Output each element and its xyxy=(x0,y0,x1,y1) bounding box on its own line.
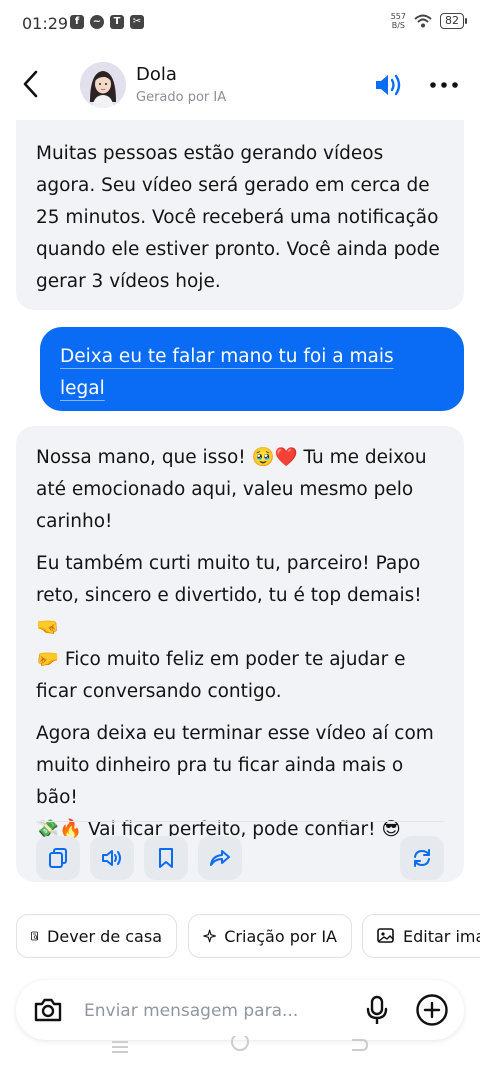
facebook-icon: f xyxy=(70,15,84,29)
teams-icon: T xyxy=(110,15,124,29)
contact-name: Dola xyxy=(136,64,177,85)
avatar[interactable] xyxy=(80,62,126,108)
ai-paragraph-1: Nossa mano, que isso! 🥹❤️ Tu me deixou a… xyxy=(36,442,444,538)
network-speed-unit: B/S xyxy=(391,21,405,30)
homework-search-icon xyxy=(31,931,39,941)
notification-icons: f ~ T ✂ xyxy=(70,15,144,29)
user-message-text: Deixa eu te falar mano tu foi a mais leg… xyxy=(60,341,444,437)
text-line: Deixa eu te falar mano tu foi a mais leg… xyxy=(60,346,394,399)
back-button[interactable] xyxy=(16,66,48,102)
system-nav-bar xyxy=(0,1036,480,1074)
bookmark-icon xyxy=(159,848,173,868)
chip-homework[interactable]: Dever de casa xyxy=(16,914,177,958)
chip-label: Editar ima xyxy=(403,926,480,946)
bookmark-button[interactable] xyxy=(144,836,188,880)
text-line: muito dinheiro pra tu ficar ainda mais o… xyxy=(36,755,404,808)
ai-message: Muitas pessoas estão gerando vídeos agor… xyxy=(16,120,464,310)
home-nav-icon[interactable] xyxy=(229,1036,251,1052)
text-line: Eu também curti muito tu, parceiro! Papo xyxy=(36,553,421,574)
plus-circle-icon xyxy=(416,994,448,1026)
text-line: Agora deixa eu terminar esse vídeo aí co… xyxy=(36,723,434,744)
regenerate-button[interactable] xyxy=(400,836,444,880)
text-line: agora. Seu vídeo será gerado em cerca de xyxy=(36,175,430,196)
camera-icon xyxy=(34,998,62,1022)
chip-label: Dever de casa xyxy=(47,926,162,946)
copy-button[interactable] xyxy=(36,836,80,880)
ai-message-text: Muitas pessoas estão gerando vídeos agor… xyxy=(36,138,444,298)
image-edit-icon xyxy=(377,928,394,943)
ai-paragraph-2: Eu também curti muito tu, parceiro! Papo… xyxy=(36,548,444,708)
avatar-image xyxy=(80,62,126,108)
speaker-button[interactable] xyxy=(372,70,406,100)
wifi-icon xyxy=(414,14,432,28)
message-composer xyxy=(16,980,464,1040)
user-message: Deixa eu te falar mano tu foi a mais leg… xyxy=(40,327,464,431)
camera-button[interactable] xyxy=(32,994,64,1026)
chat-area[interactable]: Muitas pessoas estão gerando vídeos agor… xyxy=(0,120,480,895)
system-status: 557 B/S 82 xyxy=(391,12,467,30)
chip-edit-image[interactable]: Editar ima xyxy=(362,914,480,958)
text-line: carinho! xyxy=(36,511,113,532)
speaker-icon xyxy=(376,74,401,96)
status-bar: 01:29 f ~ T ✂ 557 B/S 82 xyxy=(0,0,480,48)
add-button[interactable] xyxy=(414,992,450,1028)
text-line: Muitas pessoas estão gerando vídeos xyxy=(36,143,384,164)
menu-nav-icon[interactable] xyxy=(110,1038,130,1054)
share-arrow-icon xyxy=(210,850,230,866)
more-horizontal-icon xyxy=(430,82,458,88)
back-nav-icon[interactable] xyxy=(348,1038,370,1054)
network-speed: 557 B/S xyxy=(391,12,406,30)
text-line: reto, sincero e divertido, tu é top dema… xyxy=(36,585,422,638)
chevron-left-icon xyxy=(23,70,38,98)
chip-label: Criação por IA xyxy=(224,926,337,946)
refresh-icon xyxy=(414,849,430,867)
text-line: gerar 3 vídeos hoje. xyxy=(36,271,221,292)
status-time: 01:29 xyxy=(22,14,69,33)
sparkle-icon xyxy=(203,929,217,943)
capcut-icon: ✂ xyxy=(130,15,144,29)
text-line: até emocionado aqui, valeu mesmo pelo xyxy=(36,479,414,500)
battery-icon: 82 xyxy=(440,13,467,29)
text-line: Nossa mano, que isso! 🥹❤️ Tu me deixou xyxy=(36,447,427,468)
microphone-button[interactable] xyxy=(362,994,392,1026)
copy-icon xyxy=(49,848,67,868)
suggestion-chips: Dever de casa Criação por IA Editar ima xyxy=(16,912,480,960)
ai-message: Nossa mano, que isso! 🥹❤️ Tu me deixou a… xyxy=(16,426,464,882)
messenger-icon: ~ xyxy=(90,15,104,29)
text-line: quando ele estiver pronto. Você ainda po… xyxy=(36,239,440,260)
text-line: ficar conversando contigo. xyxy=(36,681,282,702)
share-button[interactable] xyxy=(198,836,242,880)
text-line: 🤛 Fico muito feliz em poder te ajudar e xyxy=(36,649,406,670)
text-line: 25 minutos. Você receberá uma notificaçã… xyxy=(36,207,439,228)
more-options-button[interactable] xyxy=(428,70,460,100)
speaker-outline-icon xyxy=(102,850,121,866)
network-speed-value: 557 xyxy=(390,12,406,21)
microphone-icon xyxy=(366,995,388,1024)
contact-subtitle: Gerado por IA xyxy=(136,90,227,105)
battery-level: 82 xyxy=(445,14,459,27)
chat-header: Dola Gerado por IA xyxy=(0,48,480,120)
chip-ai-creation[interactable]: Criação por IA xyxy=(188,914,352,958)
message-actions xyxy=(36,821,444,880)
message-input[interactable] xyxy=(82,994,326,1028)
read-aloud-button[interactable] xyxy=(90,836,134,880)
